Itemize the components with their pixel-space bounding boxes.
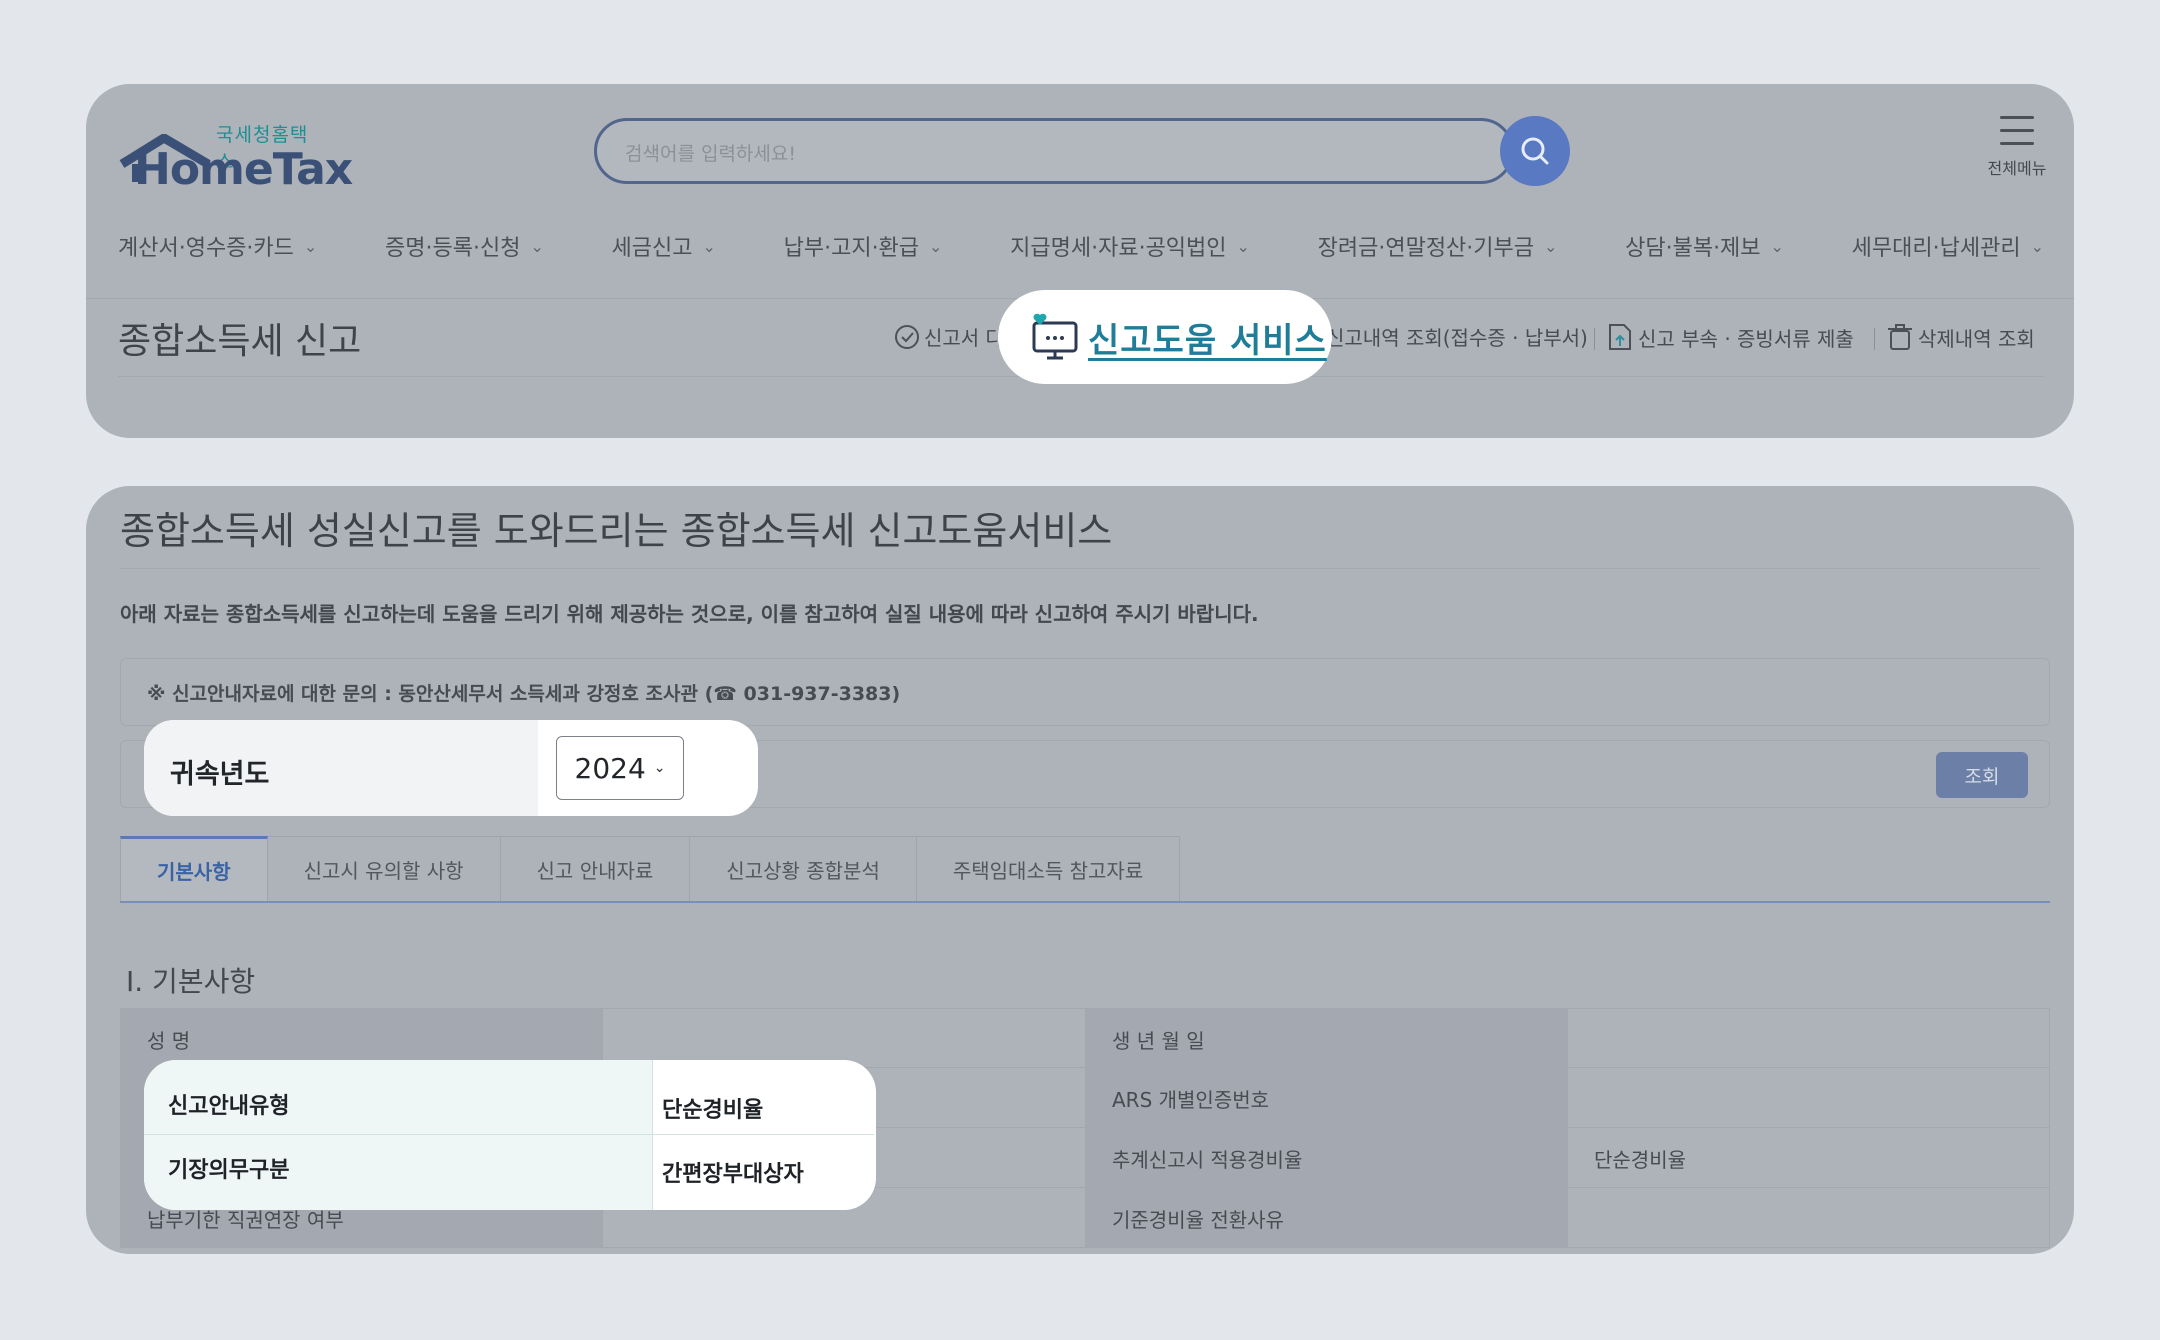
gnb-label: 계산서·영수증·카드: [118, 236, 294, 261]
trash-icon: [1888, 324, 1912, 350]
document-upload-icon: [1609, 324, 1631, 350]
search-icon: [1521, 137, 1549, 165]
tab-underline: [120, 901, 2050, 903]
year-label: 귀속년도: [170, 759, 270, 790]
table-row: 성 명 생 년 월 일: [120, 1008, 2050, 1069]
header-card: 국세청홈택스 HomeTax 검색어를 입력하세요! 전체메뉴 계산서·영수증·…: [86, 84, 2074, 438]
global-nav: 계산서·영수증·카드 ⌄ 증명·등록·신청 ⌄ 세금신고 ⌄ 납부·고지·환급 ⌄ 지급…: [118, 226, 2044, 266]
label-cell: 추계신고시 적용경비율: [1085, 1128, 1567, 1188]
inquiry-box: ※ 신고안내자료에 대한 문의 : 동안산세무서 소득세과 강정호 조사관 (☎…: [120, 658, 2050, 726]
quick-link-history[interactable]: 신고내역 조회(접수증 · 납부서): [1326, 322, 1588, 351]
gnb-label: 지급명세·자료·공익법인: [1010, 236, 1227, 261]
hometax-logo[interactable]: 국세청홈택스 HomeTax: [118, 120, 353, 204]
search-input[interactable]: 검색어를 입력하세요!: [594, 118, 1514, 184]
content-divider: [120, 568, 2040, 569]
chevron-down-icon: ⌄: [530, 236, 544, 256]
bookkeeping-value: 간편장부대상자: [662, 1162, 804, 1187]
content-title: 종합소득세 성실신고를 도와드리는 종합소득세 신고도움서비스: [120, 509, 1113, 553]
bookkeeping-label: 기장의무구분: [168, 1158, 290, 1183]
chevron-down-icon: ⌄: [929, 236, 943, 256]
filing-type-label: 신고안내유형: [168, 1094, 290, 1119]
all-menu-button[interactable]: 전체메뉴: [1974, 116, 2060, 179]
gnb-label: 상담·불복·제보: [1625, 236, 1761, 261]
quick-link-label: 신고내역 조회(접수증 · 납부서): [1326, 326, 1588, 350]
gnb-item-consult[interactable]: 상담·불복·제보 ⌄: [1625, 226, 1784, 266]
tab-bar: 기본사항 신고시 유의할 사항 신고 안내자료 신고상황 종합분석 주택임대소득…: [120, 836, 1181, 902]
gnb-label: 세무대리·납세관리: [1851, 236, 2021, 261]
page-title: 종합소득세 신고: [118, 321, 362, 362]
gnb-label: 장려금·연말정산·기부금: [1317, 236, 1535, 261]
filing-type-value: 단순경비율: [662, 1098, 764, 1123]
column-divider: [652, 1060, 653, 1210]
gnb-item-certificate[interactable]: 증명·등록·신청 ⌄: [385, 226, 544, 266]
tab-basic-info[interactable]: 기본사항: [120, 836, 268, 902]
value-cell: [1567, 1009, 2050, 1069]
search-placeholder: 검색어를 입력하세요!: [625, 143, 796, 165]
gnb-item-statements[interactable]: 지급명세·자료·공익법인 ⌄: [1010, 226, 1250, 266]
chevron-down-icon: ⌄: [2030, 236, 2044, 256]
value-cell: 단순경비율: [1567, 1128, 2050, 1188]
separator: [1874, 328, 1875, 350]
logo-text: HomeTax: [134, 144, 353, 195]
tab-cautions[interactable]: 신고시 유의할 사항: [267, 836, 501, 902]
section-title: Ⅰ. 기본사항: [126, 965, 256, 998]
label-cell: 기준경비율 전환사유: [1085, 1188, 1567, 1248]
label-column: [144, 1060, 652, 1210]
gnb-label: 납부·고지·환급: [783, 236, 920, 261]
year-value: 2024: [574, 751, 646, 785]
separator: [1594, 328, 1595, 350]
filing-type-highlight: 신고안내유형 단순경비율 기장의무구분 간편장부대상자: [144, 1060, 876, 1210]
quick-link-label: 삭제내역 조회: [1918, 326, 2035, 351]
value-cell: [1567, 1188, 2050, 1248]
monitor-heart-icon: [1032, 313, 1078, 360]
quick-link-attach[interactable]: 신고 부속 · 증빙서류 제출: [1606, 322, 1854, 352]
query-button[interactable]: 조회: [1936, 752, 2028, 798]
help-service-link[interactable]: 신고도움 서비스: [998, 290, 1332, 384]
gnb-item-tax-filing[interactable]: 세금신고 ⌄: [612, 226, 716, 266]
tab-analysis[interactable]: 신고상황 종합분석: [690, 836, 917, 902]
label-cell: 생 년 월 일: [1085, 1009, 1567, 1069]
inquiry-text: ※ 신고안내자료에 대한 문의 : 동안산세무서 소득세과 강정호 조사관 (☎…: [147, 683, 901, 705]
gnb-item-invoice[interactable]: 계산서·영수증·카드 ⌄: [118, 226, 317, 266]
tab-housing-rental[interactable]: 주택임대소득 참고자료: [916, 836, 1181, 902]
quick-link-label: 신고서 다: [924, 326, 1004, 350]
check-circle-icon: [895, 324, 919, 349]
quick-link-label: 신고 부속 · 증빙서류 제출: [1638, 326, 1854, 351]
search-button[interactable]: [1500, 116, 1570, 186]
help-service-label: 신고도움 서비스: [1088, 320, 1327, 361]
year-selector-highlight: 귀속년도 2024 ⌄: [144, 720, 758, 816]
year-select[interactable]: 2024 ⌄: [556, 736, 684, 800]
chevron-down-icon: ⌄: [1236, 236, 1250, 256]
gnb-label: 증명·등록·신청: [385, 236, 521, 261]
hamburger-icon: [1974, 116, 2060, 145]
gnb-item-payment[interactable]: 납부·고지·환급 ⌄: [784, 226, 943, 266]
label-cell: ARS 개별인증번호: [1085, 1068, 1567, 1128]
chevron-down-icon: ⌄: [1544, 236, 1558, 256]
chevron-down-icon: ⌄: [303, 236, 318, 256]
all-menu-label: 전체메뉴: [1987, 159, 2047, 178]
chevron-down-icon: ⌄: [653, 760, 666, 776]
notice-text: 아래 자료는 종합소득세를 신고하는데 도움을 드리기 위해 제공하는 것으로,…: [120, 602, 1259, 626]
quick-link-deleted[interactable]: 삭제내역 조회: [1886, 322, 2035, 352]
tab-guide-data[interactable]: 신고 안내자료: [500, 836, 691, 902]
quick-link-form[interactable]: 신고서 다: [894, 322, 1004, 351]
gnb-label: 세금신고: [611, 236, 693, 261]
row-divider: [144, 1134, 874, 1135]
value-cell: [1567, 1068, 2050, 1128]
gnb-item-agent[interactable]: 세무대리·납세관리 ⌄: [1852, 226, 2044, 266]
gnb-item-incentives[interactable]: 장려금·연말정산·기부금 ⌄: [1318, 226, 1558, 266]
chevron-down-icon: ⌄: [1770, 236, 1784, 256]
chevron-down-icon: ⌄: [702, 236, 716, 256]
